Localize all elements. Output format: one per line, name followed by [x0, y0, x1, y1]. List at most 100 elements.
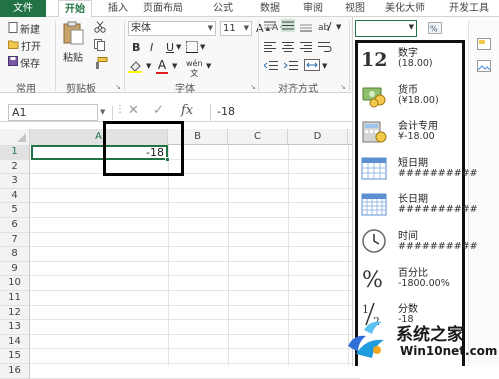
select-all-corner[interactable] — [0, 129, 30, 145]
chevron-down-icon[interactable]: ▼ — [206, 62, 211, 70]
name-box[interactable]: A1 — [8, 104, 98, 121]
chevron-down-icon[interactable]: ▼ — [200, 43, 205, 51]
alignment-launcher-icon[interactable]: ↘ — [340, 83, 346, 91]
number-format-item[interactable]: 短日期 ########## — [358, 151, 478, 187]
row-header-14[interactable]: 14 — [0, 334, 30, 350]
column-header-d[interactable]: D — [288, 129, 348, 145]
tab-file[interactable]: 文件 — [0, 0, 46, 17]
row-header-4[interactable]: 4 — [0, 188, 30, 204]
text-orientation-icon[interactable]: ab — [318, 20, 332, 32]
confirm-entry-icon[interactable]: ✓ — [153, 103, 164, 118]
cells-insert-icon[interactable] — [477, 38, 491, 53]
save-button[interactable]: 保存 — [8, 55, 40, 70]
chevron-down-icon[interactable]: ▼ — [322, 62, 327, 70]
row-header-16[interactable]: 16 — [0, 364, 30, 379]
new-button[interactable]: 新建 — [8, 21, 40, 36]
row-header-3[interactable]: 3 — [0, 174, 30, 189]
bold-button[interactable]: B — [132, 41, 140, 54]
row-header-7[interactable]: 7 — [0, 232, 30, 248]
tab-insert[interactable]: 插入 — [108, 0, 128, 17]
merge-center-icon[interactable] — [304, 59, 320, 71]
decrease-indent-icon[interactable] — [264, 60, 278, 71]
number-format-item[interactable]: 时间 ########## — [358, 224, 478, 260]
number-format-item[interactable]: % 百分比 -1800.00% — [358, 261, 464, 297]
chevron-down-icon: ▼ — [408, 23, 414, 31]
align-top-icon[interactable] — [264, 21, 276, 32]
tab-data[interactable]: 数据 — [260, 0, 280, 17]
phonetic-guide-button[interactable]: wén 文 — [186, 60, 203, 78]
group-divider — [55, 21, 56, 91]
number-format-item[interactable]: 货币 (¥18.00) — [358, 78, 464, 114]
row-header-10[interactable]: 10 — [0, 276, 30, 291]
tab-page-layout[interactable]: 页面布局 — [143, 0, 183, 17]
row-header-15[interactable]: 15 — [0, 349, 30, 364]
row-header-1[interactable]: 1 — [0, 145, 30, 160]
tab-formulas[interactable]: 公式 — [213, 0, 233, 17]
number-format-item[interactable]: 会计专用 ¥-18.00 — [358, 114, 464, 150]
cut-scissors-icon[interactable] — [94, 21, 106, 33]
gridline — [168, 145, 169, 366]
row-header-12[interactable]: 12 — [0, 305, 30, 321]
formula-input[interactable]: -18 — [210, 104, 358, 121]
number-format-item[interactable]: 12 数字 (18.00) — [358, 41, 464, 77]
font-name-combo[interactable]: 宋体 ▼ — [128, 21, 216, 36]
tab-view[interactable]: 视图 — [345, 0, 365, 17]
row-header-2[interactable]: 2 — [0, 159, 30, 175]
wrap-text-icon[interactable] — [318, 41, 332, 52]
copy-icon[interactable] — [94, 39, 108, 51]
svg-text:12: 12 — [361, 49, 387, 71]
paste-button[interactable]: 粘贴 — [62, 21, 84, 64]
underline-button[interactable]: U — [166, 41, 174, 54]
row-header-6[interactable]: 6 — [0, 218, 30, 233]
align-center-icon[interactable] — [282, 41, 294, 52]
align-right-icon[interactable] — [300, 41, 312, 52]
fill-color-icon[interactable] — [128, 60, 144, 73]
chevron-down-icon[interactable]: ▼ — [172, 62, 177, 70]
align-bottom-icon[interactable] — [300, 21, 312, 32]
font-name-value: 宋体 — [131, 23, 151, 34]
image-icon[interactable] — [477, 60, 491, 75]
row-header-11[interactable]: 11 — [0, 291, 30, 306]
open-folder-icon — [8, 39, 19, 52]
border-icon[interactable] — [186, 41, 198, 53]
column-header-c[interactable]: C — [228, 129, 288, 145]
row-header-13[interactable]: 13 — [0, 320, 30, 335]
row-header-5[interactable]: 5 — [0, 203, 30, 218]
gridline — [30, 275, 360, 277]
font-launcher-icon[interactable]: ↘ — [250, 83, 256, 91]
format-painter-icon[interactable] — [94, 57, 108, 69]
chevron-down-icon[interactable]: ▼ — [176, 43, 181, 51]
insert-function-button[interactable]: fx — [181, 103, 193, 118]
italic-button[interactable]: I — [150, 41, 153, 54]
percent-style-icon[interactable]: % — [428, 22, 442, 37]
chevron-down-icon[interactable]: ▼ — [146, 62, 151, 70]
tab-beautify[interactable]: 美化大师 — [385, 0, 425, 17]
tab-developer[interactable]: 开发工具 — [449, 0, 489, 17]
chevron-down-icon[interactable]: ▼ — [336, 23, 341, 31]
font-group-label: 字体 — [175, 84, 195, 95]
font-color-button[interactable]: A — [156, 58, 168, 74]
tab-review[interactable]: 审阅 — [303, 0, 323, 17]
align-middle-icon[interactable] — [281, 19, 295, 32]
phonetic-chinese-icon: 文 — [190, 69, 199, 78]
font-size-combo[interactable]: 11 ▼ — [220, 21, 252, 36]
gridline — [30, 246, 360, 248]
clipboard-launcher-icon[interactable]: ↘ — [115, 83, 121, 91]
number-format-combo[interactable]: ▼ — [355, 20, 417, 37]
svg-text:%: % — [362, 268, 383, 291]
paste-label: 粘贴 — [63, 53, 83, 64]
row-header-9[interactable]: 9 — [0, 261, 30, 277]
chevron-down-icon[interactable]: ▼ — [100, 108, 105, 116]
watermark: 系统之家 Win10net.com — [340, 312, 499, 366]
tab-home[interactable]: 开始 — [58, 0, 92, 18]
alignment-group-label: 对齐方式 — [278, 84, 318, 95]
row-header-8[interactable]: 8 — [0, 247, 30, 262]
increase-indent-icon[interactable] — [284, 60, 298, 71]
open-button[interactable]: 打开 — [8, 38, 41, 53]
align-left-icon[interactable] — [264, 41, 276, 52]
percent-icon: % — [360, 265, 388, 293]
number-format-sample: ########## — [398, 204, 478, 216]
svg-text:%: % — [430, 25, 438, 34]
number-format-item[interactable]: 长日期 ########## — [358, 187, 478, 223]
cancel-entry-icon[interactable]: ✕ — [128, 103, 139, 118]
